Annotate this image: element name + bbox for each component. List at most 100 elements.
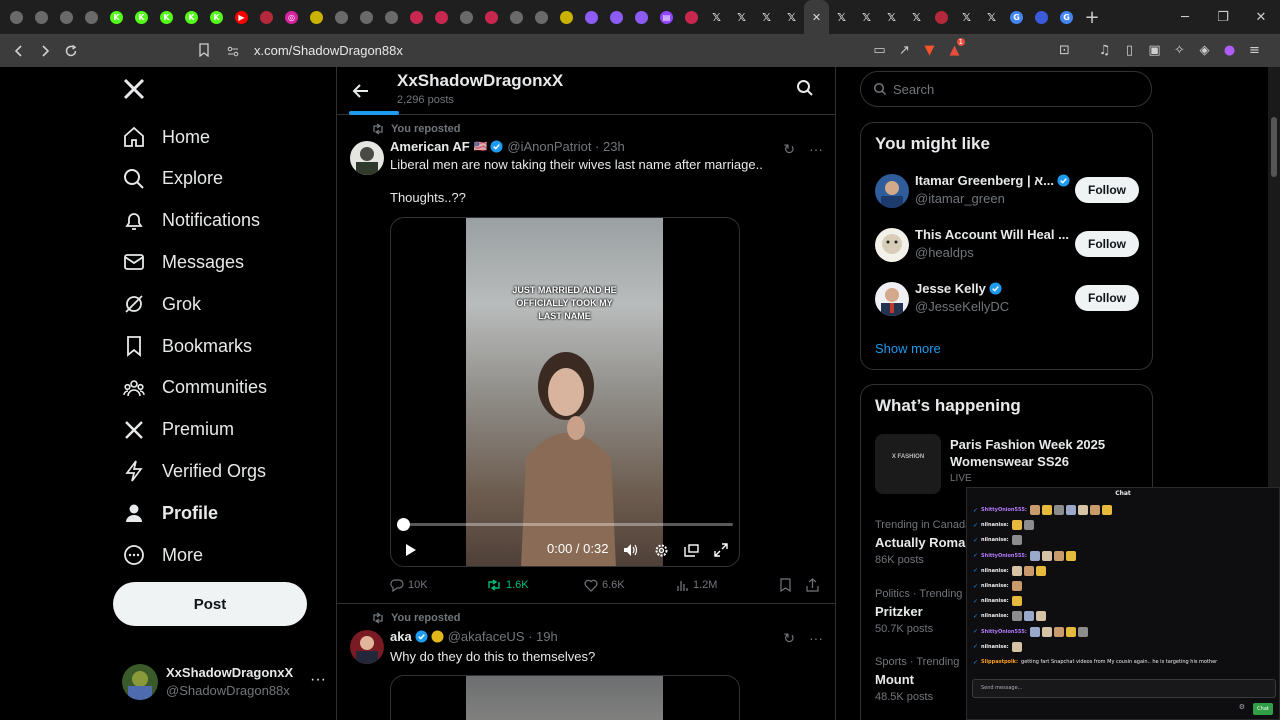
x-logo-icon[interactable]: [122, 77, 150, 105]
suggestion-item[interactable]: Itamar Greenberg | א... @itamar_green Fo…: [875, 171, 1139, 211]
sidebar-item-bookmarks[interactable]: Bookmarks: [122, 326, 252, 366]
browser-tab[interactable]: [429, 0, 454, 34]
site-settings-icon[interactable]: [226, 44, 240, 58]
gear-icon[interactable]: ⚙: [1239, 703, 1245, 711]
video-progress-bar[interactable]: [397, 518, 733, 531]
more-icon[interactable]: ···: [809, 630, 823, 647]
grok-icon[interactable]: ↻: [783, 630, 795, 647]
more-icon[interactable]: ···: [310, 671, 326, 689]
browser-tab[interactable]: ✕: [804, 0, 829, 34]
volume-icon[interactable]: [621, 540, 641, 560]
show-more-link[interactable]: Show more: [875, 341, 941, 356]
browser-tab[interactable]: [29, 0, 54, 34]
restore-icon[interactable]: ❐: [1204, 0, 1242, 34]
grok-icon[interactable]: ↻: [783, 141, 795, 158]
search-input[interactable]: Search: [860, 71, 1152, 107]
browser-tab[interactable]: [329, 0, 354, 34]
repost-button[interactable]: 1.6K: [486, 579, 584, 591]
music-icon[interactable]: ♫: [1092, 37, 1117, 64]
sidebar-item-more[interactable]: More: [122, 535, 203, 575]
post-item[interactable]: You reposted American AF 🇺🇸 @iAnonPatrio…: [337, 115, 835, 604]
author-name[interactable]: American AF: [390, 139, 470, 154]
sidebar-item-premium[interactable]: Premium: [122, 410, 234, 450]
video-player[interactable]: JUST MARRIED AND HE OFFICIALLY TOOK MY L…: [390, 217, 740, 567]
browser-tab[interactable]: [554, 0, 579, 34]
browser-tab[interactable]: 𝕏: [829, 0, 854, 34]
play-icon[interactable]: [401, 540, 421, 560]
browser-tab[interactable]: [1029, 0, 1054, 34]
chat-username[interactable]: nilnanise:: [981, 537, 1009, 543]
follow-button[interactable]: Follow: [1075, 285, 1139, 311]
chat-username[interactable]: nilnanise:: [981, 522, 1009, 528]
views-button[interactable]: 1.2M: [676, 579, 780, 592]
browser-tab[interactable]: [404, 0, 429, 34]
chat-username[interactable]: Slippastpolk:: [981, 659, 1018, 665]
browser-tab[interactable]: 𝕏: [904, 0, 929, 34]
browser-tab[interactable]: [354, 0, 379, 34]
browser-tab[interactable]: G: [1054, 0, 1079, 34]
new-tab-button[interactable]: +: [1079, 0, 1105, 34]
browser-tab[interactable]: [54, 0, 79, 34]
browser-tab[interactable]: [379, 0, 404, 34]
featured-trend-title[interactable]: Paris Fashion Week 2025 Womenswear SS26: [950, 436, 1130, 470]
follow-button[interactable]: Follow: [1075, 177, 1139, 203]
browser-tab[interactable]: [529, 0, 554, 34]
browser-tab[interactable]: ▶: [229, 0, 254, 34]
post-button[interactable]: Post: [113, 582, 307, 626]
bookmark-icon[interactable]: [780, 578, 806, 592]
browser-tab[interactable]: 𝕏: [779, 0, 804, 34]
sidebar-item-profile[interactable]: Profile: [122, 493, 218, 533]
fullscreen-icon[interactable]: [711, 540, 731, 560]
browser-tab[interactable]: [679, 0, 704, 34]
chat-send-button[interactable]: Chat: [1253, 703, 1273, 715]
author-handle-time[interactable]: @akafaceUS · 19h: [448, 629, 558, 644]
wallet-icon[interactable]: ▣: [1142, 37, 1167, 64]
browser-tab[interactable]: [629, 0, 654, 34]
avatar[interactable]: [350, 630, 384, 664]
reload-icon[interactable]: [58, 38, 84, 64]
sidebar-item-notifications[interactable]: Notifications: [122, 201, 260, 241]
browser-tab[interactable]: [254, 0, 279, 34]
suggestion-item[interactable]: Jesse Kelly @JesseKellyDC Follow: [875, 279, 1139, 319]
browser-tab[interactable]: [579, 0, 604, 34]
author-handle-time[interactable]: @iAnonPatriot · 23h: [507, 139, 624, 154]
sidebar-item-messages[interactable]: Messages: [122, 242, 244, 282]
author-name[interactable]: aka: [390, 629, 412, 644]
browser-tab[interactable]: 𝕏: [879, 0, 904, 34]
post-item[interactable]: You reposted aka @akafaceUS · 19h ↻ ··· …: [337, 604, 835, 720]
browser-tab[interactable]: K: [179, 0, 204, 34]
browser-tab[interactable]: K: [154, 0, 179, 34]
browser-tab[interactable]: 𝕏: [979, 0, 1004, 34]
sidebar-item-communities[interactable]: Communities: [122, 368, 267, 408]
screenshot-icon[interactable]: ⊡: [1052, 37, 1077, 64]
sidebar-item-home[interactable]: Home: [122, 117, 210, 157]
chat-message-input[interactable]: Send message...: [972, 679, 1276, 698]
chat-username[interactable]: ShittyOnion555:: [981, 553, 1027, 559]
browser-tab[interactable]: [4, 0, 29, 34]
bookmark-page-icon[interactable]: [191, 37, 217, 63]
sidebar-item-verified-orgs[interactable]: Verified Orgs: [122, 451, 266, 491]
video-scrubber-handle[interactable]: [397, 518, 410, 531]
browser-tab[interactable]: K: [204, 0, 229, 34]
reply-button[interactable]: 10K: [390, 578, 486, 592]
scrollbar-thumb[interactable]: [1271, 117, 1277, 177]
browser-tab[interactable]: 𝕏: [954, 0, 979, 34]
forward-icon[interactable]: [32, 38, 58, 64]
settings-icon[interactable]: [651, 540, 671, 560]
browser-tab[interactable]: [454, 0, 479, 34]
browser-tab[interactable]: [304, 0, 329, 34]
address-bar[interactable]: x.com/ShadowDragon88x: [226, 38, 926, 63]
close-window-icon[interactable]: ✕: [1242, 0, 1280, 34]
browser-tab[interactable]: K: [104, 0, 129, 34]
leo-ai-icon[interactable]: ✧: [1167, 37, 1192, 64]
chat-username[interactable]: nilnanise:: [981, 613, 1009, 619]
brave-rewards-icon[interactable]: ▲ 1: [942, 37, 967, 64]
follow-button[interactable]: Follow: [1075, 231, 1139, 257]
sidebar-item-explore[interactable]: Explore: [122, 159, 223, 199]
browser-tab[interactable]: [504, 0, 529, 34]
browser-tab[interactable]: ◎: [279, 0, 304, 34]
browser-tab[interactable]: K: [129, 0, 154, 34]
minimize-icon[interactable]: ─: [1166, 0, 1204, 34]
share-icon[interactable]: ↗: [892, 37, 917, 64]
browser-tab[interactable]: 𝕏: [854, 0, 879, 34]
